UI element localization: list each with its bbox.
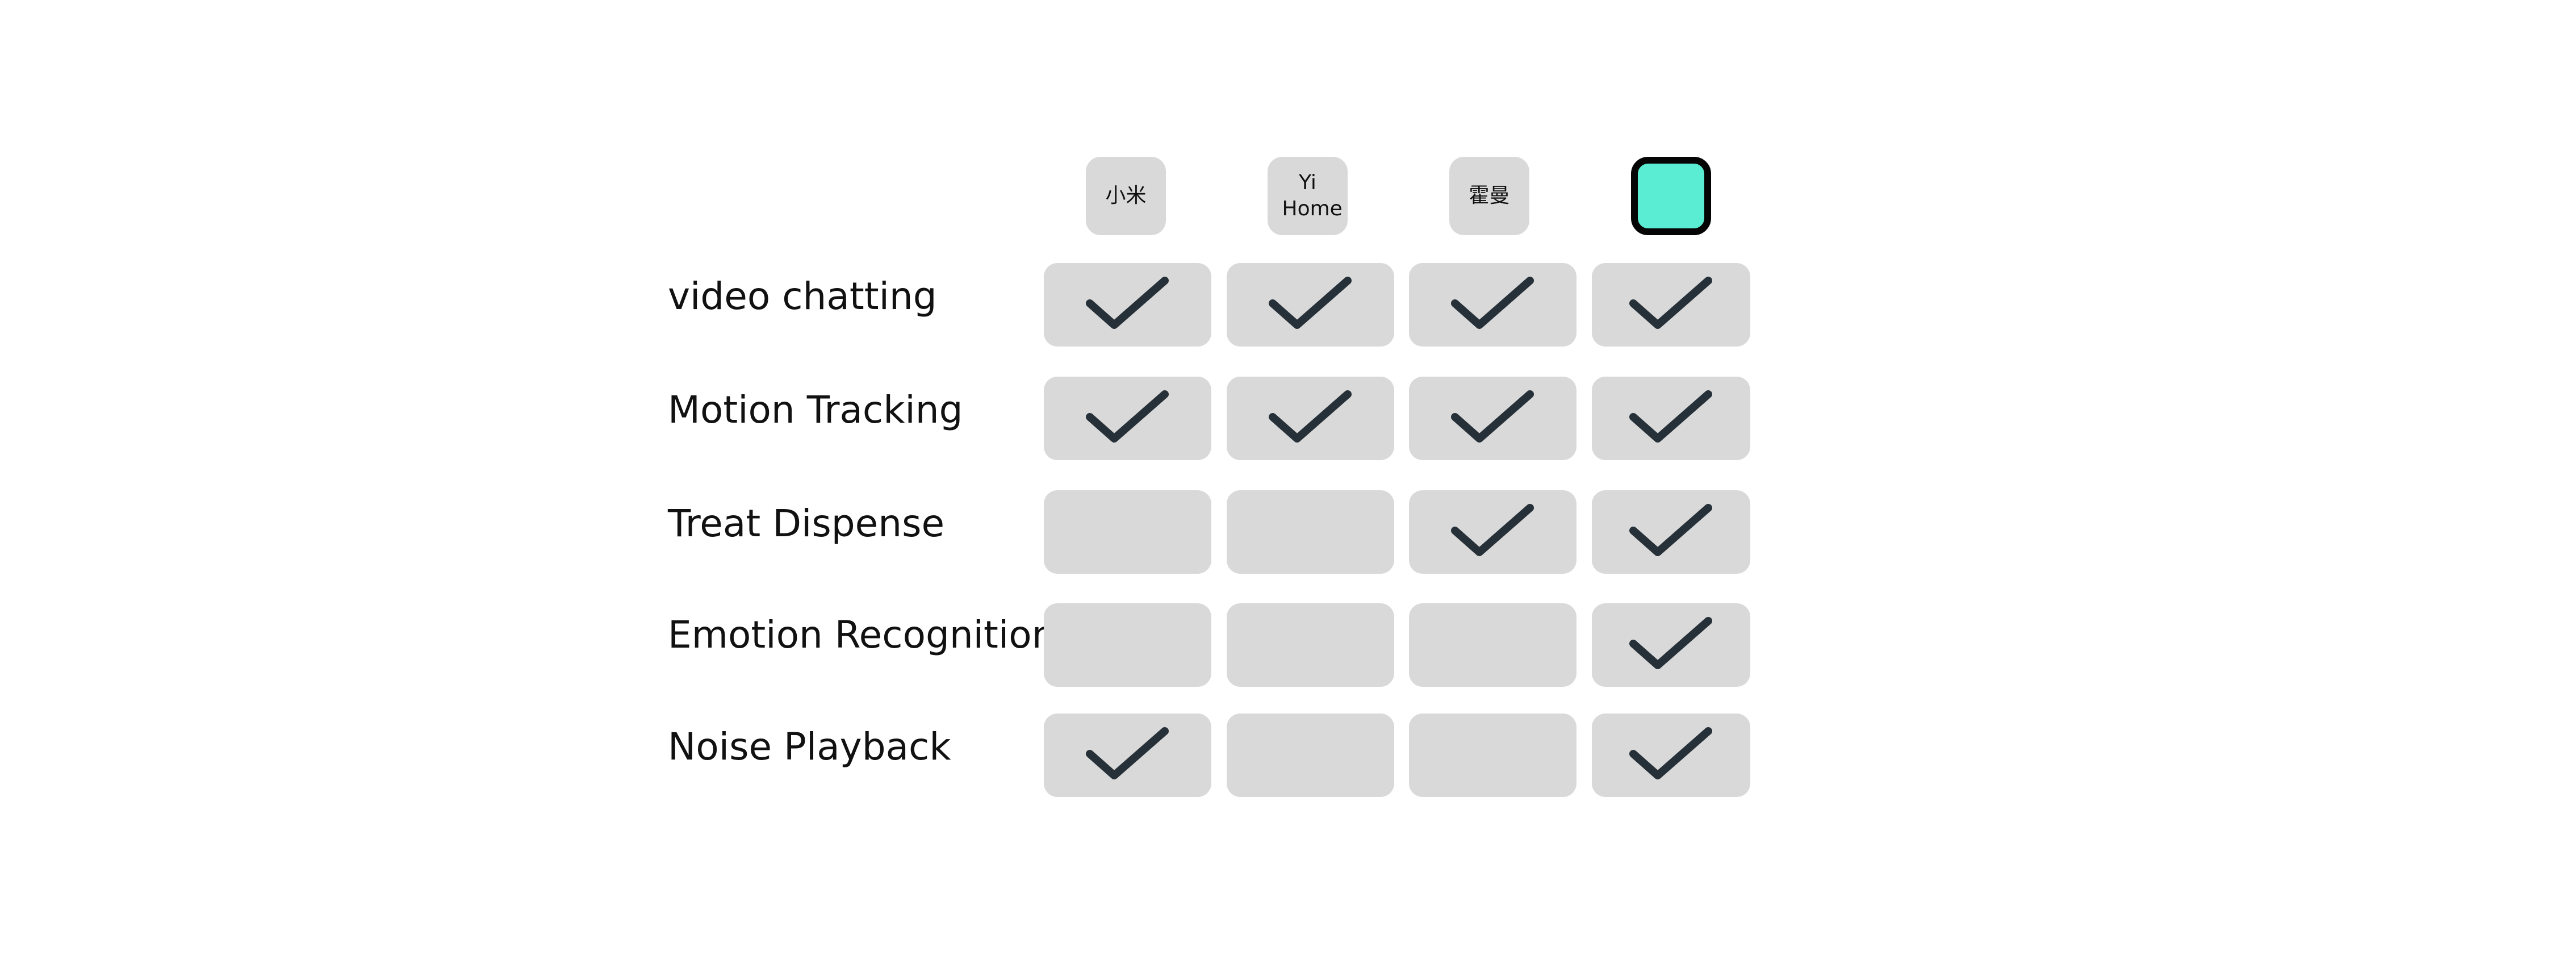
brand-tile-yi-home: Yi Home bbox=[1268, 157, 1348, 235]
brand-tile-highlighted bbox=[1631, 157, 1711, 235]
brand-label: 霍曼 bbox=[1469, 184, 1510, 207]
checkmark-icon bbox=[1268, 390, 1352, 443]
supported-cell bbox=[1409, 490, 1576, 574]
checkmark-icon bbox=[1268, 276, 1352, 329]
unsupported-cell bbox=[1227, 490, 1394, 574]
brand-label: 小米 bbox=[1105, 184, 1147, 207]
supported-cell bbox=[1044, 377, 1211, 460]
unsupported-cell bbox=[1227, 714, 1394, 797]
supported-cell bbox=[1409, 377, 1576, 460]
row-label-video-chatting: video chatting bbox=[668, 274, 937, 318]
checkmark-icon bbox=[1450, 390, 1534, 443]
checkmark-icon bbox=[1629, 276, 1712, 329]
checkmark-icon bbox=[1085, 276, 1169, 329]
checkmark-icon bbox=[1629, 616, 1712, 669]
supported-cell bbox=[1592, 714, 1750, 797]
supported-cell bbox=[1227, 377, 1394, 460]
checkmark-icon bbox=[1629, 503, 1712, 556]
checkmark-icon bbox=[1629, 727, 1712, 779]
supported-cell bbox=[1592, 603, 1750, 687]
checkmark-icon bbox=[1450, 276, 1534, 329]
supported-cell bbox=[1409, 263, 1576, 347]
unsupported-cell bbox=[1044, 603, 1211, 687]
row-label-noise-playback: Noise Playback bbox=[668, 725, 951, 769]
brand-tile-huoman: 霍曼 bbox=[1449, 157, 1529, 235]
supported-cell bbox=[1592, 377, 1750, 460]
row-label-motion-tracking: Motion Tracking bbox=[668, 388, 963, 432]
checkmark-icon bbox=[1085, 727, 1169, 779]
supported-cell bbox=[1592, 263, 1750, 347]
checkmark-icon bbox=[1450, 503, 1534, 556]
feature-comparison-grid: 小米 Yi Home 霍曼 video chatting Motion Trac… bbox=[0, 0, 2576, 968]
supported-cell bbox=[1227, 263, 1394, 347]
brand-label: Yi Home bbox=[1282, 171, 1343, 220]
checkmark-icon bbox=[1085, 390, 1169, 443]
supported-cell bbox=[1592, 490, 1750, 574]
unsupported-cell bbox=[1044, 490, 1211, 574]
brand-tile-xiaomi: 小米 bbox=[1086, 157, 1166, 235]
supported-cell bbox=[1044, 714, 1211, 797]
unsupported-cell bbox=[1409, 714, 1576, 797]
row-label-emotion-recognition: Emotion Recognition bbox=[668, 613, 1056, 657]
supported-cell bbox=[1044, 263, 1211, 347]
row-label-treat-dispense: Treat Dispense bbox=[668, 502, 945, 545]
checkmark-icon bbox=[1629, 390, 1712, 443]
unsupported-cell bbox=[1227, 603, 1394, 687]
unsupported-cell bbox=[1409, 603, 1576, 687]
